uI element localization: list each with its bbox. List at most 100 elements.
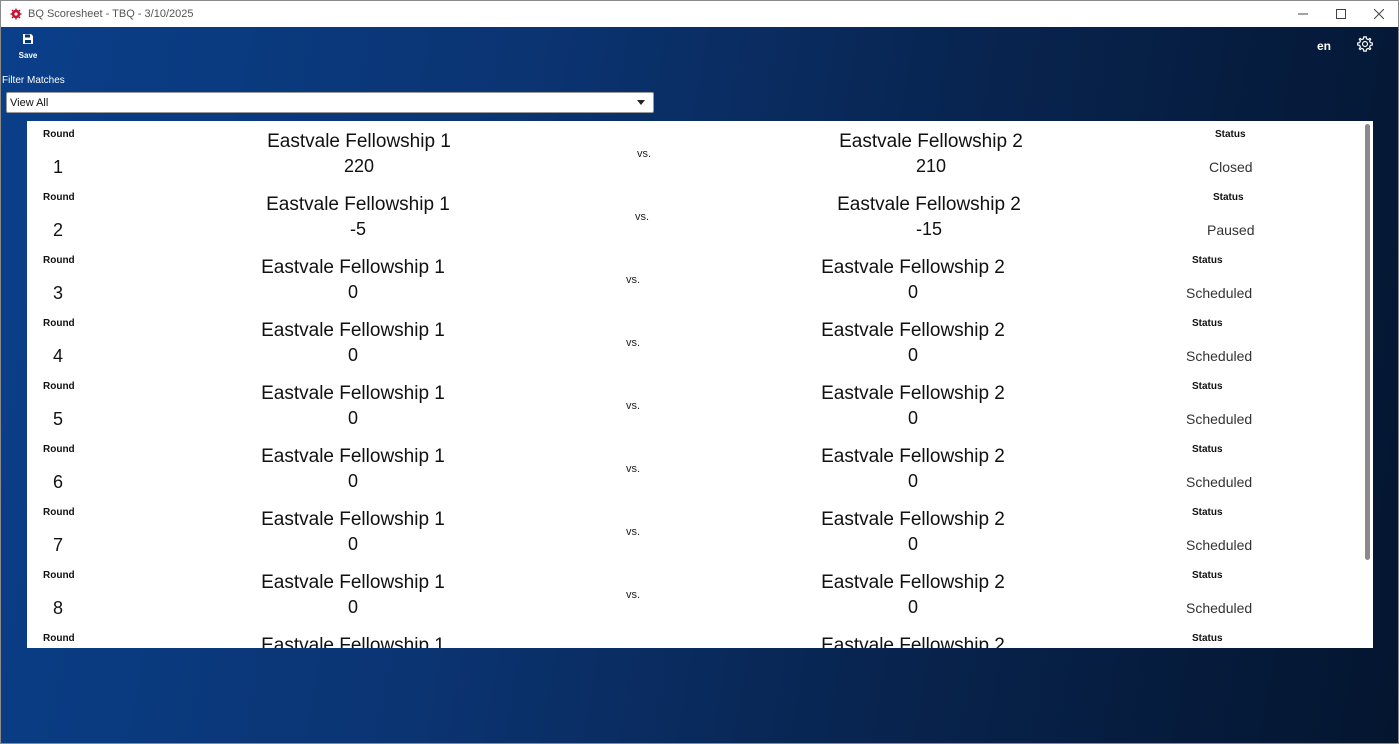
- save-label: Save: [18, 51, 38, 60]
- team-b: Eastvale Fellowship 2 0: [763, 383, 1063, 429]
- team-a: Eastvale Fellowship 1 0: [203, 383, 503, 429]
- match-row[interactable]: Round 2 Eastvale Fellowship 1 -5 vs. Eas…: [27, 184, 1363, 247]
- chevron-down-icon: [634, 100, 648, 105]
- round-label: Round: [43, 318, 75, 329]
- round-number: 3: [53, 283, 64, 303]
- round-label: Round: [43, 507, 75, 518]
- team-b-score: 0: [907, 408, 918, 428]
- round-label: Round: [43, 381, 75, 392]
- round-number: 1: [53, 157, 64, 177]
- match-list[interactable]: Round 1 Eastvale Fellowship 1 220 vs. Ea…: [27, 121, 1373, 648]
- match-row[interactable]: Round Eastvale Fellowship 1 Eastvale Fel…: [27, 625, 1363, 648]
- status-value: Scheduled: [1186, 537, 1253, 553]
- status-value: Scheduled: [1186, 285, 1253, 301]
- team-a-name: Eastvale Fellowship 1: [261, 446, 445, 467]
- main-area: Save en Filter Matches View All Round 1 …: [1, 27, 1398, 743]
- status-value: Paused: [1207, 222, 1255, 238]
- team-a-score: -5: [349, 219, 366, 239]
- filter-selected-value: View All: [10, 96, 49, 109]
- vs-label: vs.: [635, 211, 650, 223]
- status-value: Scheduled: [1186, 600, 1253, 616]
- team-b: Eastvale Fellowship 2 0: [763, 572, 1063, 618]
- team-a: Eastvale Fellowship 1 0: [203, 509, 503, 555]
- round-number: 6: [53, 472, 64, 492]
- filter-label: Filter Matches: [2, 75, 65, 86]
- team-b-name: Eastvale Fellowship 2: [821, 635, 1005, 648]
- close-icon[interactable]: [1360, 1, 1398, 27]
- team-a: Eastvale Fellowship 1 0: [203, 572, 503, 618]
- vs-label: vs.: [626, 337, 641, 349]
- save-button[interactable]: Save: [13, 31, 43, 61]
- app-logo-icon: [10, 8, 22, 20]
- window-title: BQ Scoresheet - TBQ - 3/10/2025: [28, 8, 194, 20]
- language-selector[interactable]: en: [1317, 39, 1331, 53]
- team-a-score: 0: [347, 534, 358, 554]
- status-label: Status: [1213, 192, 1244, 203]
- round-number: 5: [53, 409, 64, 429]
- vs-label: vs.: [637, 148, 652, 160]
- status-label: Status: [1192, 633, 1223, 644]
- match-row[interactable]: Round 5 Eastvale Fellowship 1 0 vs. East…: [27, 373, 1363, 436]
- team-a: Eastvale Fellowship 1 220: [209, 131, 509, 177]
- match-row[interactable]: Round 3 Eastvale Fellowship 1 0 vs. East…: [27, 247, 1363, 310]
- status-label: Status: [1192, 570, 1223, 581]
- scrollbar-thumb[interactable]: [1365, 124, 1370, 560]
- team-b: Eastvale Fellowship 2 -15: [779, 194, 1079, 240]
- team-a-name: Eastvale Fellowship 1: [261, 257, 445, 278]
- title-bar[interactable]: BQ Scoresheet - TBQ - 3/10/2025: [1, 1, 1398, 27]
- team-b-name: Eastvale Fellowship 2: [821, 383, 1005, 404]
- team-a-name: Eastvale Fellowship 1: [261, 572, 445, 593]
- round-number: 2: [53, 220, 64, 240]
- team-a-score: 0: [347, 597, 358, 617]
- team-a: Eastvale Fellowship 1 -5: [208, 194, 508, 240]
- match-row[interactable]: Round 4 Eastvale Fellowship 1 0 vs. East…: [27, 310, 1363, 373]
- match-row[interactable]: Round 1 Eastvale Fellowship 1 220 vs. Ea…: [27, 121, 1363, 184]
- round-label: Round: [43, 192, 75, 203]
- team-a-score: 0: [347, 408, 358, 428]
- filter-dropdown[interactable]: View All: [6, 92, 654, 113]
- match-row[interactable]: Round 8 Eastvale Fellowship 1 0 vs. East…: [27, 562, 1363, 625]
- round-number: 4: [53, 346, 64, 366]
- gear-icon[interactable]: [1356, 35, 1374, 53]
- team-b: Eastvale Fellowship 2 0: [763, 509, 1063, 555]
- round-number: 7: [53, 535, 64, 555]
- status-label: Status: [1192, 318, 1223, 329]
- match-row[interactable]: Round 7 Eastvale Fellowship 1 0 vs. East…: [27, 499, 1363, 562]
- floppy-disk-icon: [22, 31, 34, 50]
- team-b-score: 0: [907, 534, 918, 554]
- team-b-name: Eastvale Fellowship 2: [821, 320, 1005, 341]
- vs-label: vs.: [626, 274, 641, 286]
- vs-label: vs.: [626, 589, 641, 601]
- match-row[interactable]: Round 6 Eastvale Fellowship 1 0 vs. East…: [27, 436, 1363, 499]
- team-a: Eastvale Fellowship 1 0: [203, 446, 503, 492]
- app-window: BQ Scoresheet - TBQ - 3/10/2025 Save en …: [0, 0, 1399, 744]
- round-label: Round: [43, 444, 75, 455]
- team-b-name: Eastvale Fellowship 2: [821, 572, 1005, 593]
- maximize-icon[interactable]: [1322, 1, 1360, 27]
- team-a-name: Eastvale Fellowship 1: [267, 131, 451, 152]
- round-label: Round: [43, 570, 75, 581]
- team-b-score: -15: [915, 219, 942, 239]
- team-b: Eastvale Fellowship 2: [763, 635, 1063, 648]
- team-a-name: Eastvale Fellowship 1: [261, 320, 445, 341]
- status-value: Scheduled: [1186, 474, 1253, 490]
- team-b: Eastvale Fellowship 2 210: [781, 131, 1081, 177]
- team-b: Eastvale Fellowship 2 0: [763, 446, 1063, 492]
- team-a: Eastvale Fellowship 1 0: [203, 257, 503, 303]
- team-b-score: 0: [907, 597, 918, 617]
- vs-label: vs.: [626, 526, 641, 538]
- team-a-name: Eastvale Fellowship 1: [261, 509, 445, 530]
- status-value: Closed: [1209, 159, 1253, 175]
- minimize-icon[interactable]: [1284, 1, 1322, 27]
- status-value: Scheduled: [1186, 348, 1253, 364]
- team-a: Eastvale Fellowship 1 0: [203, 320, 503, 366]
- round-label: Round: [43, 129, 75, 140]
- status-label: Status: [1192, 444, 1223, 455]
- vs-label: vs.: [626, 400, 641, 412]
- team-b-name: Eastvale Fellowship 2: [839, 131, 1023, 152]
- team-a-name: Eastvale Fellowship 1: [266, 194, 450, 215]
- team-b-name: Eastvale Fellowship 2: [821, 509, 1005, 530]
- team-a-score: 220: [343, 156, 375, 176]
- team-b-name: Eastvale Fellowship 2: [821, 257, 1005, 278]
- team-b-name: Eastvale Fellowship 2: [821, 446, 1005, 467]
